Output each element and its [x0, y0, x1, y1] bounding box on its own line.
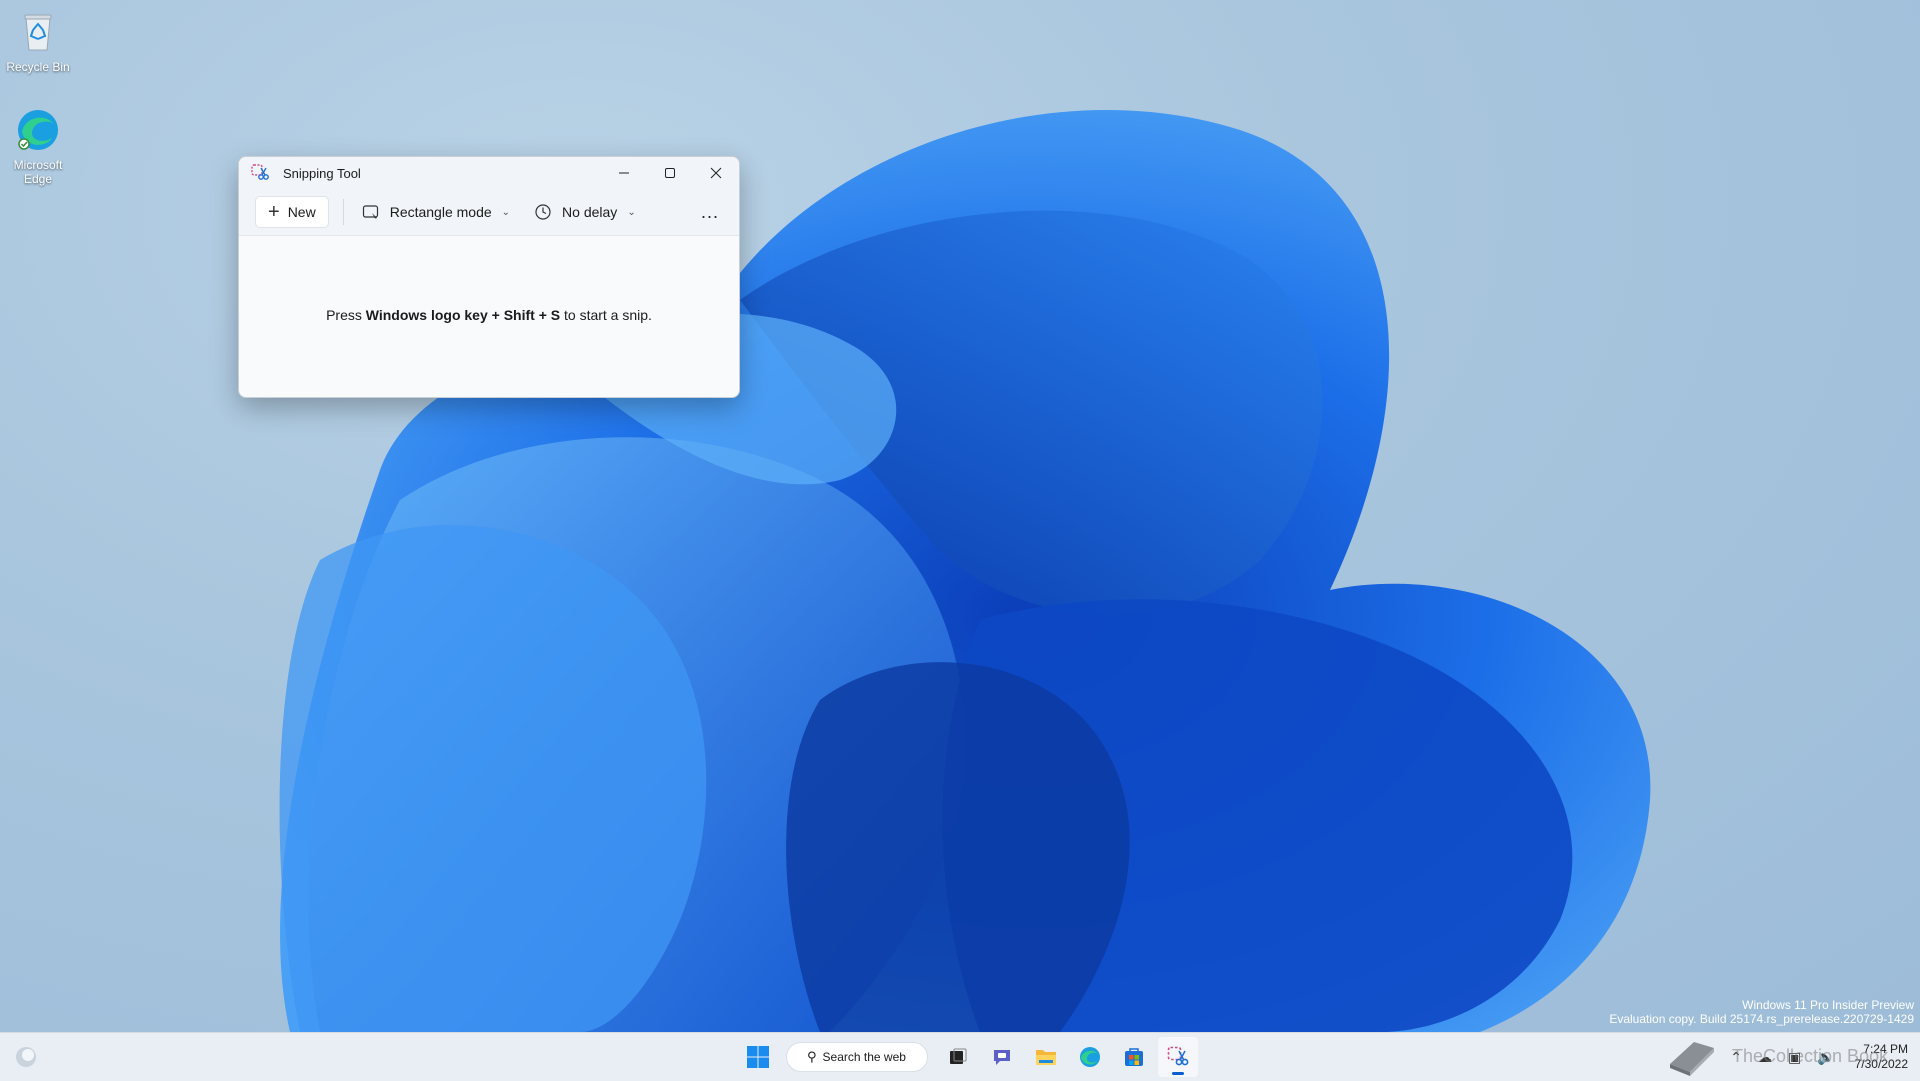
new-snip-label: New: [287, 204, 316, 220]
site-watermark: TheCollection Book: [1664, 1032, 1888, 1080]
teams-chat-icon: [994, 1050, 1010, 1065]
snipping-tool-taskbar-button[interactable]: [1158, 1037, 1198, 1077]
search-label: Search the web: [822, 1050, 906, 1064]
desktop-icon-recycle-bin[interactable]: Recycle Bin: [0, 8, 76, 74]
clock-icon: [534, 203, 552, 221]
minimize-icon: [619, 172, 629, 174]
task-view-button[interactable]: [938, 1037, 978, 1077]
hint-keys: Windows logo key + Shift + S: [365, 307, 561, 323]
desktop-icon-microsoft-edge[interactable]: Microsoft Edge: [0, 106, 76, 186]
chevron-down-icon: ⌄: [627, 206, 636, 218]
watermark-line-1: Windows 11 Pro Insider Preview: [1742, 998, 1914, 1012]
widgets-icon: [16, 1047, 36, 1067]
edge-icon: [1080, 1047, 1100, 1067]
new-snip-button[interactable]: + New: [255, 196, 329, 228]
file-explorer-icon: [1036, 1050, 1056, 1065]
evaluation-watermark: Windows 11 Pro Insider Preview Evaluatio…: [1609, 998, 1914, 1026]
snipping-tool-icon: [1167, 1046, 1189, 1066]
plus-icon: +: [268, 201, 280, 223]
chevron-down-icon: ⌄: [501, 206, 511, 218]
hint-suffix: to start a snip.: [560, 307, 652, 323]
more-options-icon: ...: [700, 201, 719, 222]
toolbar-divider: [342, 199, 344, 225]
window-title: Snipping Tool: [283, 165, 361, 181]
recycle-bin-icon: [14, 8, 62, 56]
wallpaper-bloom: [279, 109, 1651, 1032]
watermark-line-2: Evaluation copy. Build 25174.rs_prerelea…: [1609, 1012, 1914, 1026]
widgets-button[interactable]: [14, 1045, 38, 1069]
file-explorer-button[interactable]: [1026, 1037, 1066, 1077]
edge-button[interactable]: [1070, 1037, 1110, 1077]
teams-chat-button[interactable]: [982, 1037, 1022, 1077]
task-view-icon: [950, 1048, 967, 1064]
book-icon: [1670, 1042, 1714, 1076]
store-button[interactable]: [1114, 1037, 1154, 1077]
delay-label: No delay: [562, 204, 618, 220]
site-watermark-text: TheCollection Book: [1732, 1045, 1889, 1066]
close-button[interactable]: [693, 157, 739, 189]
windows-logo-icon: [747, 1046, 769, 1068]
taskbar-apps: ⚲ Search the web: [736, 1033, 1200, 1081]
desktop-icon-label: Microsoft Edge: [13, 158, 63, 186]
edge-icon: [14, 106, 62, 154]
maximize-icon: [665, 168, 675, 178]
start-snip-hint: Press Windows logo key + Shift + S to st…: [239, 307, 739, 323]
snipping-tool-icon: [251, 164, 269, 182]
maximize-button[interactable]: [647, 157, 693, 189]
search-icon: ⚲: [807, 1049, 817, 1064]
snipping-tool-window: Snipping Tool + New Rectangle mode ⌄ No …: [238, 156, 740, 398]
minimize-button[interactable]: [601, 157, 647, 189]
store-icon: [1125, 1048, 1143, 1066]
taskbar-search-box[interactable]: ⚲ Search the web: [786, 1042, 928, 1072]
snip-mode-dropdown[interactable]: Rectangle mode ⌄: [358, 197, 514, 227]
toolbar: + New Rectangle mode ⌄ No delay ⌄ ...: [239, 189, 739, 236]
hint-prefix: Press: [326, 307, 366, 323]
delay-dropdown[interactable]: No delay ⌄: [530, 197, 640, 227]
snip-mode-label: Rectangle mode: [389, 204, 492, 220]
taskbar: ⚲ Search the web ⌃ ☁ ▣ 🔈 7:24 PM 7/30/20…: [0, 1032, 1920, 1081]
start-button[interactable]: [738, 1037, 778, 1077]
title-bar[interactable]: Snipping Tool: [239, 157, 739, 189]
rectangle-mode-icon: [362, 203, 380, 221]
desktop-icon-label: Recycle Bin: [6, 60, 70, 74]
more-options-button[interactable]: ...: [695, 197, 725, 227]
close-icon: [710, 167, 722, 179]
desktop: Recycle Bin Microsoft Edge Snipping Tool…: [0, 0, 1920, 1032]
